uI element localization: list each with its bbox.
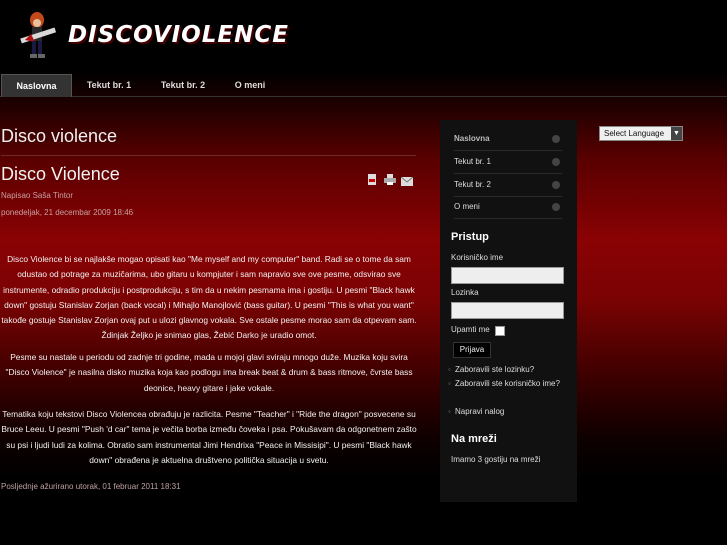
- sidebar-item-label: Tekut br. 2: [454, 180, 491, 189]
- nav-item-tekut-2[interactable]: Tekut br. 2: [151, 74, 215, 96]
- bullet-icon: [552, 203, 560, 211]
- main-navigation: Naslovna Tekut br. 1 Tekut br. 2 O meni: [0, 74, 727, 97]
- bullet-icon: [552, 158, 560, 166]
- last-updated: Posljednje ažurirano utorak, 01 februar …: [1, 482, 181, 491]
- article-paragraph: Pesme su nastale u periodu od zadnje tri…: [5, 352, 413, 393]
- bullet-icon: ◦: [448, 365, 451, 374]
- email-icon[interactable]: [400, 173, 414, 191]
- nav-item-o-meni[interactable]: O meni: [224, 74, 276, 96]
- login-button[interactable]: Prijava: [453, 342, 491, 358]
- site-header: DISCOVIOLENCE: [0, 0, 727, 70]
- sidebar-item-label: Tekut br. 1: [454, 157, 491, 166]
- article-paragraph: Disco Violence bi se najlakše mogao opis…: [1, 254, 417, 341]
- link-label: Zaboravili ste lozinku?: [455, 365, 535, 374]
- online-heading: Na mreži: [451, 433, 497, 445]
- sidebar-item-tekut-1[interactable]: Tekut br. 1: [454, 151, 562, 174]
- guitarist-logo-icon[interactable]: [15, 10, 63, 60]
- bullet-icon: [552, 135, 560, 143]
- language-select[interactable]: Select Language ▼: [599, 126, 683, 141]
- chevron-down-icon: ▼: [671, 127, 682, 140]
- article-date: ponedeljak, 21 decembar 2009 18:46: [1, 208, 134, 217]
- article-actions: [367, 172, 415, 186]
- article-title[interactable]: Disco Violence: [1, 164, 120, 185]
- article-paragraph: Tematika koju tekstovi Disco Violencea o…: [1, 409, 417, 465]
- sidebar: Naslovna Tekut br. 1 Tekut br. 2 O meni …: [440, 120, 577, 502]
- password-label: Lozinka: [451, 288, 479, 297]
- pdf-icon[interactable]: [367, 172, 378, 190]
- login-heading: Pristup: [451, 231, 489, 243]
- article-author: Napisao Saša Tintor: [1, 191, 74, 200]
- nav-item-tekut-1[interactable]: Tekut br. 1: [77, 74, 141, 96]
- link-label: Napravi nalog: [455, 407, 505, 416]
- bullet-icon: ◦: [448, 407, 451, 416]
- language-select-label: Select Language: [604, 129, 665, 138]
- sidebar-item-naslovna[interactable]: Naslovna: [454, 128, 562, 151]
- sidebar-item-label: O meni: [454, 202, 480, 211]
- username-label: Korisničko ime: [451, 253, 504, 262]
- section-title: Disco violence: [1, 126, 118, 146]
- bullet-icon: ◦: [448, 379, 451, 388]
- sidebar-item-label: Naslovna: [454, 134, 490, 143]
- nav-item-naslovna[interactable]: Naslovna: [1, 74, 72, 97]
- print-icon[interactable]: [384, 172, 396, 190]
- site-logo-text[interactable]: DISCOVIOLENCE: [68, 22, 289, 48]
- forgot-password-link[interactable]: ◦ Zaboravili ste lozinku?: [448, 363, 560, 376]
- username-field[interactable]: [451, 267, 564, 284]
- online-count-text: Imamo 3 gostiju na mreži: [451, 455, 541, 464]
- sidebar-item-tekut-2[interactable]: Tekut br. 2: [454, 174, 562, 197]
- password-field[interactable]: [451, 302, 564, 319]
- remember-me-label: Upamti me: [451, 325, 490, 334]
- forgot-username-link[interactable]: ◦ Zaboravili ste korisničko ime?: [448, 377, 560, 390]
- remember-me-checkbox[interactable]: [495, 326, 505, 336]
- create-account-link[interactable]: ◦ Napravi nalog: [448, 405, 560, 418]
- divider: [1, 155, 416, 156]
- bullet-icon: [552, 181, 560, 189]
- sidebar-item-o-meni[interactable]: O meni: [454, 196, 562, 219]
- link-label: Zaboravili ste korisničko ime?: [455, 379, 560, 388]
